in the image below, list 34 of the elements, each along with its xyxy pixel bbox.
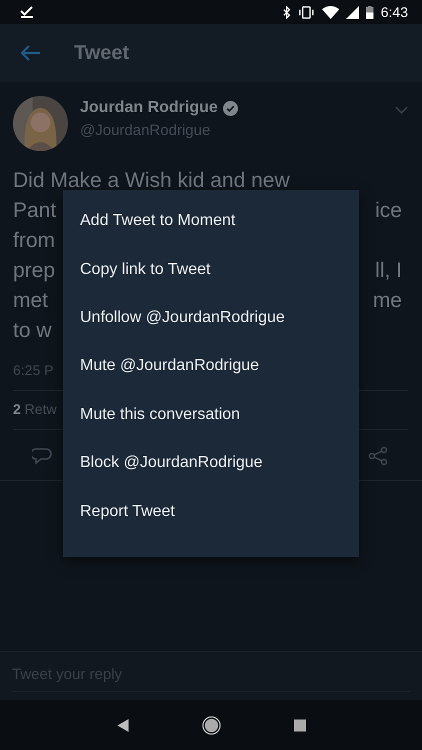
battery-icon <box>366 6 374 18</box>
vibrate-icon <box>298 6 315 18</box>
menu-item[interactable]: Block @JourdanRodrigue <box>63 438 359 488</box>
menu-item[interactable]: Add Tweet to Moment <box>63 197 359 246</box>
menu-item[interactable]: Mute this conversation <box>63 390 359 439</box>
reply-icon[interactable] <box>32 446 52 466</box>
recents-square-icon[interactable] <box>294 718 306 732</box>
author-name[interactable]: Jourdan Rodrigue <box>80 99 218 117</box>
page-title: Tweet <box>74 42 130 64</box>
chevron-down-icon[interactable] <box>395 106 408 114</box>
back-arrow-icon[interactable] <box>21 45 41 61</box>
retweet-count[interactable]: 2 Retw <box>13 401 57 417</box>
back-triangle-icon[interactable] <box>116 718 128 732</box>
tweet-text: Did Make a Wish kid and new <box>13 169 290 193</box>
menu-item[interactable]: Unfollow @JourdanRodrigue <box>63 294 359 342</box>
tweet-text: ll, I <box>375 259 402 283</box>
bluetooth-icon <box>282 6 292 18</box>
menu-item[interactable]: Report Tweet <box>63 487 359 536</box>
tweet-text: Pant <box>13 199 56 223</box>
download-done-icon <box>20 6 34 18</box>
menu-item[interactable]: Mute @JourdanRodrigue <box>63 342 359 391</box>
tweet-text: to w <box>13 319 52 343</box>
wifi-icon <box>322 6 340 18</box>
home-circle-icon[interactable] <box>202 716 220 734</box>
tweet-text: prep <box>13 259 56 283</box>
tweet-text: from <box>13 229 55 253</box>
tweet-text: ice <box>375 199 402 223</box>
clock-time: 6:43 <box>380 4 408 20</box>
share-icon[interactable] <box>368 446 388 466</box>
tweet-text: me <box>372 289 402 313</box>
author-handle: @JourdanRodrigue <box>80 122 212 139</box>
signal-icon <box>346 6 360 18</box>
menu-item[interactable]: Copy link to Tweet <box>63 245 359 294</box>
tweet-text: met <box>13 289 48 313</box>
